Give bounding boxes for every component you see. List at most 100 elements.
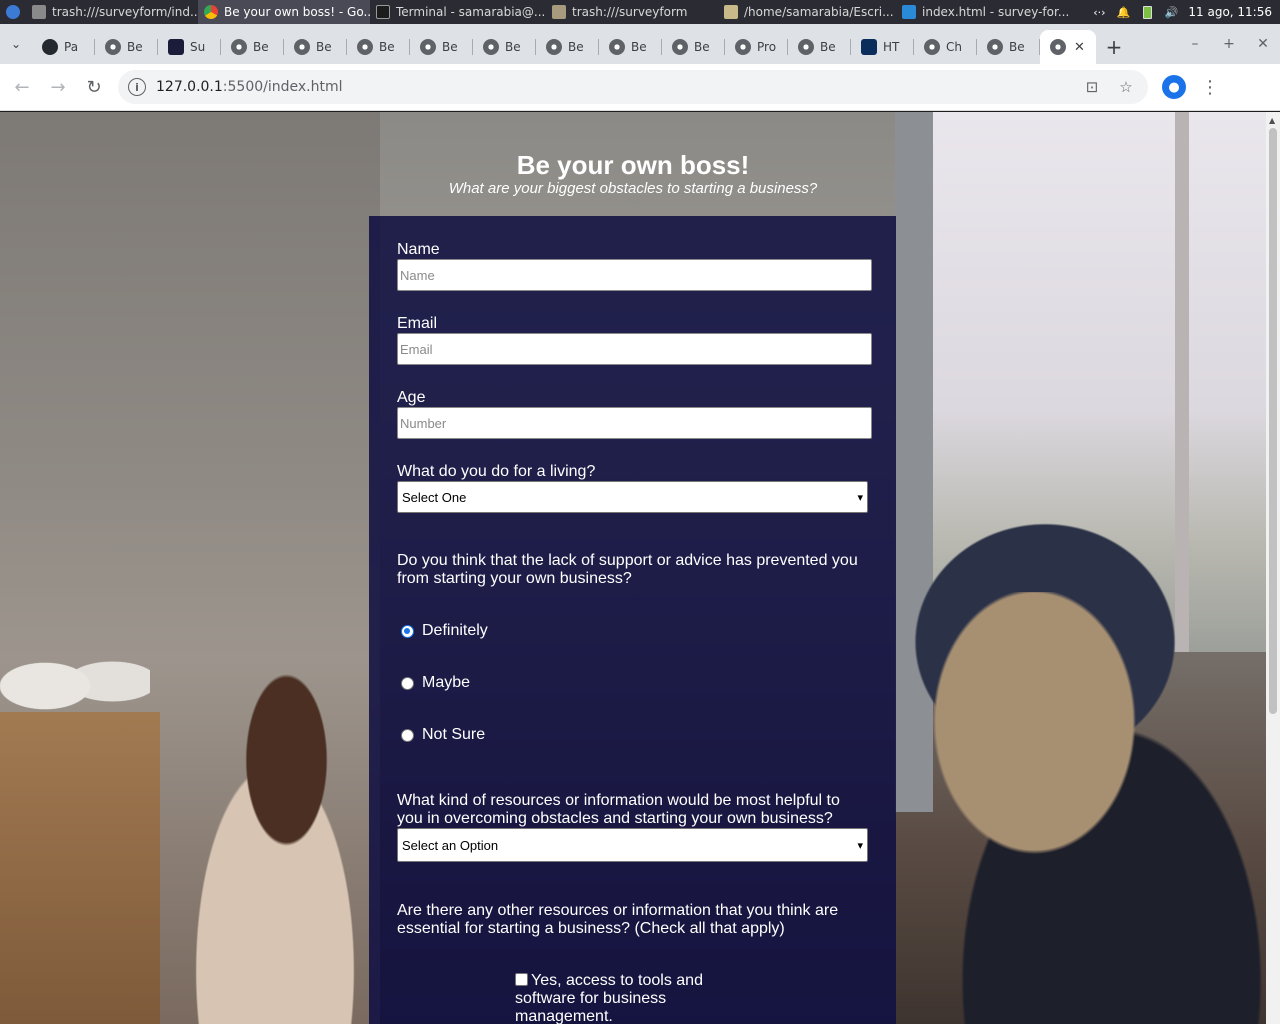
support-option-definitely[interactable]: Definitely — [401, 622, 488, 640]
page-title: Be your own boss! — [516, 150, 750, 180]
more-menu-icon[interactable]: ⋮ — [1198, 77, 1222, 98]
terminal-icon — [376, 5, 390, 19]
support-option-not-sure[interactable]: Not Sure — [401, 726, 485, 744]
resources-select[interactable]: Select an Option ▾ — [397, 828, 868, 862]
name-label: Name — [397, 241, 440, 258]
globe-icon — [798, 39, 814, 55]
globe-icon — [987, 39, 1003, 55]
job-select[interactable]: Select One ▾ — [397, 481, 868, 513]
globe-icon — [672, 39, 688, 55]
scrollbar-thumb[interactable] — [1269, 128, 1277, 714]
support-option-maybe[interactable]: Maybe — [401, 674, 470, 692]
resources-question: What kind of resources or information wo… — [397, 792, 840, 827]
globe-icon — [105, 39, 121, 55]
globe-icon — [483, 39, 499, 55]
globe-icon — [1050, 39, 1066, 55]
name-input[interactable] — [397, 259, 872, 291]
browser-tab[interactable]: Be — [284, 30, 347, 64]
github-icon — [42, 39, 58, 55]
bookmark-star-icon[interactable]: ☆ — [1114, 75, 1138, 99]
browser-tab[interactable]: Be — [95, 30, 158, 64]
taskbar-item-terminal[interactable]: Terminal - samarabia@... — [370, 0, 546, 24]
close-window-icon[interactable]: ✕ — [1246, 36, 1280, 52]
vscode-icon — [902, 5, 916, 19]
radio-button[interactable] — [401, 676, 414, 690]
browser-tab[interactable]: Be — [977, 30, 1040, 64]
network-icon[interactable]: ‹·› — [1092, 5, 1106, 19]
browser-tab[interactable]: Pro — [725, 30, 788, 64]
other-resources-question: Are there any other resources or informa… — [397, 902, 839, 937]
browser-toolbar: ← → ↻ i 127.0.0.1:5500/index.html ⊡ ☆ ● … — [0, 64, 1280, 111]
browser-tab[interactable]: Pa — [32, 30, 95, 64]
browser-tab[interactable]: Be — [662, 30, 725, 64]
browser-tab[interactable]: HT — [851, 30, 914, 64]
new-tab-plus-icon[interactable]: + — [1096, 30, 1132, 64]
volume-icon[interactable]: 🔊 — [1164, 5, 1179, 19]
taskbar-item-text-editor[interactable]: trash:///surveyform/ind... — [26, 0, 198, 24]
notification-bell-icon[interactable]: 🔔 — [1116, 5, 1131, 19]
browser-tab[interactable]: Be — [599, 30, 662, 64]
folder-icon — [552, 5, 566, 19]
address-bar[interactable]: i 127.0.0.1:5500/index.html ⊡ ☆ — [118, 70, 1148, 104]
window-controls: – + ✕ — [1178, 24, 1280, 64]
clock[interactable]: 11 ago, 11:56 — [1188, 5, 1272, 19]
age-label: Age — [397, 389, 426, 406]
chevron-down-icon: ▾ — [857, 839, 863, 852]
chevron-down-icon: ▾ — [857, 491, 863, 504]
globe-icon — [420, 39, 436, 55]
battery-icon[interactable] — [1140, 5, 1154, 19]
maximize-icon[interactable]: + — [1212, 36, 1246, 52]
browser-tab-active[interactable]: ✕ — [1040, 30, 1096, 64]
checkbox[interactable] — [515, 973, 528, 986]
browser-tab[interactable]: Be — [347, 30, 410, 64]
system-tray: ‹·› 🔔 🔊 11 ago, 11:56 — [1092, 5, 1280, 19]
back-arrow-icon[interactable]: ← — [4, 69, 40, 105]
browser-tab[interactable]: Be — [788, 30, 851, 64]
globe-icon — [546, 39, 562, 55]
browser-tab[interactable]: Be — [473, 30, 536, 64]
age-input[interactable] — [397, 407, 872, 439]
translate-icon[interactable]: ⊡ — [1080, 75, 1104, 99]
background-person — [880, 592, 1266, 1024]
background-cups — [0, 632, 150, 722]
tab-search-chevron-down-icon[interactable]: ⌄ — [0, 24, 32, 64]
text-editor-icon — [32, 5, 46, 19]
folder-icon — [724, 5, 738, 19]
browser-tab[interactable]: Be — [536, 30, 599, 64]
tab-close-icon[interactable]: ✕ — [1074, 40, 1085, 55]
forward-arrow-icon[interactable]: → — [40, 69, 76, 105]
reload-icon[interactable]: ↻ — [76, 69, 112, 105]
url-text[interactable]: 127.0.0.1:5500/index.html — [156, 79, 1070, 95]
page-subtitle: What are your biggest obstacles to start… — [448, 180, 818, 197]
support-question: Do you think that the lack of support or… — [397, 552, 858, 587]
background-shelf — [0, 712, 160, 1024]
app-menu-icon[interactable] — [0, 0, 26, 24]
radio-button[interactable] — [401, 624, 414, 638]
globe-icon — [231, 39, 247, 55]
browser-tab[interactable]: Be — [410, 30, 473, 64]
site-info-icon[interactable]: i — [128, 78, 146, 96]
globe-icon — [735, 39, 751, 55]
survey-form: Name Email Age What do you do for a livi… — [369, 216, 896, 1024]
profile-avatar-icon[interactable]: ● — [1162, 75, 1186, 99]
code-icon — [168, 39, 184, 55]
taskbar-item-vscode[interactable]: index.html - survey-for... — [896, 0, 1072, 24]
browser-tab[interactable]: Be — [221, 30, 284, 64]
scroll-up-arrow-icon[interactable]: ▲ — [1269, 116, 1275, 125]
chrome-icon — [204, 5, 218, 19]
slash-icon — [861, 39, 877, 55]
taskbar-item-chrome[interactable]: Be your own boss! - Go... — [198, 0, 370, 24]
minimize-icon[interactable]: – — [1178, 36, 1212, 52]
browser-tab[interactable]: Su — [158, 30, 221, 64]
taskbar-item-folder[interactable]: trash:///surveyform — [546, 0, 718, 24]
globe-icon — [357, 39, 373, 55]
taskbar-item-folder-home[interactable]: /home/samarabia/Escri... — [718, 0, 896, 24]
browser-tab[interactable]: Ch — [914, 30, 977, 64]
os-taskbar: trash:///surveyform/ind... Be your own b… — [0, 0, 1280, 24]
email-input[interactable] — [397, 333, 872, 365]
radio-button[interactable] — [401, 728, 414, 742]
job-label: What do you do for a living? — [397, 463, 596, 480]
other-option-tools[interactable]: Yes, access to tools and software for bu… — [515, 972, 725, 1024]
browser-tab-strip: ⌄ Pa Be Su Be Be Be Be Be Be Be Be Pro B… — [0, 24, 1280, 64]
page-scrollbar[interactable]: ▲ — [1266, 112, 1280, 1024]
